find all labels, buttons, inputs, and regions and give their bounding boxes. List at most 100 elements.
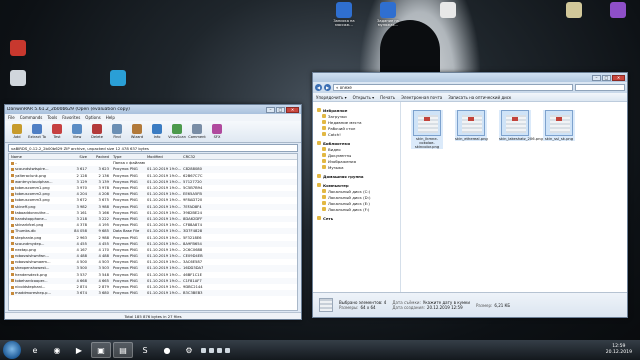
desktop-icon[interactable]: [100, 70, 136, 87]
column-header[interactable]: Size: [67, 155, 89, 159]
toolbar-delete-button[interactable]: Delete: [88, 123, 106, 140]
winrar-file-list[interactable]: Name Size Packed Type Modified CRC32 .. Папка …: [8, 153, 298, 311]
command-button[interactable]: Печать: [380, 95, 395, 100]
close-button[interactable]: ✕: [612, 74, 625, 81]
column-header[interactable]: Modified: [145, 155, 181, 159]
folder-icon: [322, 132, 326, 136]
desktop-icon[interactable]: [0, 70, 36, 87]
command-button[interactable]: Записать на оптический диск: [448, 95, 511, 100]
winrar-path[interactable]: vaBIRDS_0.12.2_2b00b629 ZIP archive, unp…: [8, 144, 298, 152]
file-packed: 4 455: [98, 241, 109, 246]
video-icon[interactable]: ●: [157, 342, 177, 358]
file-view[interactable]: skin_lkmne-cokoloe-skincolor.png skin_eth…: [403, 104, 627, 294]
media-icon[interactable]: ▶: [69, 342, 89, 358]
file-thumbnail[interactable]: skin_ethereal.png: [455, 110, 488, 141]
winrar-window[interactable]: DanwinRAR 5.61.2_2b00b629 (Open (evaluat…: [4, 104, 302, 320]
toolbar-sfx-button[interactable]: SFX: [208, 123, 226, 140]
nav-item-label: Документы: [328, 152, 352, 158]
menu-help[interactable]: Help: [106, 115, 115, 120]
skype-icon[interactable]: S: [135, 342, 155, 358]
file-thumbnail[interactable]: skin_lkmne-cokoloe-skincolor.png: [411, 110, 443, 149]
toolbar-test-button[interactable]: Test: [48, 123, 66, 140]
file-modified: 01.10.2019 19:0...: [147, 272, 182, 277]
minimize-button[interactable]: –: [592, 74, 601, 81]
ie-icon[interactable]: e: [25, 342, 45, 358]
column-header[interactable]: CRC32: [181, 155, 205, 159]
file-size: 2 874: [76, 285, 87, 290]
tray-icon[interactable]: [209, 347, 214, 353]
desktop-icon[interactable]: [556, 2, 592, 19]
winrar-icon[interactable]: ▤: [113, 342, 133, 358]
nav-item[interactable]: Музыка: [313, 164, 400, 170]
close-button[interactable]: ✕: [286, 106, 299, 113]
file-thumbnail[interactable]: skin_ssl_sk.png: [543, 110, 575, 141]
explorer-window[interactable]: – □ ✕ ◀ ▶ « onexe Упорядочить ▾ Открыть ▾…: [312, 72, 628, 318]
minimize-button[interactable]: –: [266, 106, 275, 113]
toolbar-virusscan-button[interactable]: VirusScan: [168, 123, 186, 140]
nav-item[interactable]: Локальный диск (F:): [313, 206, 400, 212]
details-pane: Выбрано элементов: 4 Размеры: 64 x 64 Дат…: [313, 292, 627, 317]
menu-tools[interactable]: Tools: [47, 115, 57, 120]
folder-icon: [322, 195, 326, 199]
file-packed: 2 879: [98, 285, 109, 290]
start-button[interactable]: [3, 341, 21, 359]
toolbar-add-button[interactable]: Add: [8, 123, 26, 140]
back-button[interactable]: ◀: [315, 84, 322, 91]
file-packed: 3 623: [98, 167, 109, 172]
file-name-text: tobeuscomm2.png: [15, 192, 50, 197]
chrome-icon[interactable]: ◉: [47, 342, 67, 358]
nav-item[interactable]: Домашняя группа: [313, 173, 400, 179]
file-packed: 4 208: [98, 192, 109, 197]
toolbar-wizard-button[interactable]: Wizard: [128, 123, 146, 140]
file-name-text: sheopenshowest...: [15, 266, 50, 271]
file-name: sheopenshowest...: [9, 266, 67, 270]
toolbar-extract-button[interactable]: Extract To: [28, 123, 46, 140]
folder-icon[interactable]: ▣: [91, 342, 111, 358]
file-type: Рисунок PNG: [113, 235, 138, 240]
menu-file[interactable]: File: [8, 115, 15, 120]
menu-commands[interactable]: Commands: [20, 115, 43, 120]
explorer-titlebar[interactable]: – □ ✕: [313, 73, 627, 82]
address-bar[interactable]: « onexe: [333, 84, 573, 91]
winrar-titlebar[interactable]: DanwinRAR 5.61.2_2b00b629 (Open (evaluat…: [5, 105, 301, 114]
maximize-button[interactable]: □: [276, 106, 285, 113]
file-packed: 3 988: [98, 204, 109, 209]
table-row[interactable]: maddmoreshep.p... 3 674 3 680 Рисунок PNG 01…: [9, 290, 297, 297]
winrar-toolbar: Add Extract To Test View Delete Find Wizard Inf…: [5, 121, 301, 143]
menu-options[interactable]: Options: [85, 115, 100, 120]
forward-button[interactable]: ▶: [324, 84, 331, 91]
maximize-button[interactable]: □: [602, 74, 611, 81]
nav-item[interactable]: Сеть: [313, 215, 400, 221]
command-button[interactable]: Открыть ▾: [353, 95, 375, 100]
nav-item[interactable]: Catch!: [313, 131, 400, 137]
command-button[interactable]: Упорядочить ▾: [316, 95, 347, 100]
column-header[interactable]: Type: [111, 155, 145, 159]
column-header[interactable]: Name: [9, 155, 67, 159]
extract-icon: [32, 124, 42, 134]
settings-icon[interactable]: ⚙: [179, 342, 199, 358]
network-icon[interactable]: [225, 347, 230, 353]
desktop-icon[interactable]: Задание на муляжах...: [370, 2, 406, 27]
file-thumbnail[interactable]: skin_lakeshatz_206.png: [499, 110, 543, 141]
toolbar-info-button[interactable]: Info: [148, 123, 166, 140]
column-header[interactable]: Packed: [89, 155, 111, 159]
volume-icon[interactable]: [217, 347, 222, 353]
file-packed: 2 988: [98, 235, 109, 240]
file-name-text: scoundmydep...: [15, 241, 45, 246]
toolbar-label: Comment: [188, 135, 206, 139]
toolbar-find-button[interactable]: Find: [108, 123, 126, 140]
desktop-icon[interactable]: [600, 2, 636, 19]
file-name-text: tobehardcooper...: [15, 278, 48, 283]
toolbar-view-button[interactable]: View: [68, 123, 86, 140]
tray-icon[interactable]: [201, 347, 206, 353]
clock[interactable]: 12:59 20.12.2019: [606, 344, 640, 356]
desktop-icon[interactable]: Записка на массаж...: [326, 2, 362, 27]
image-preview: [413, 110, 441, 136]
search-input[interactable]: [575, 84, 625, 91]
toolbar-comment-button[interactable]: Comment: [188, 123, 206, 140]
nav-item-label: Локальный диск (D:): [328, 194, 371, 200]
desktop-icon[interactable]: [430, 2, 466, 19]
menu-favorites[interactable]: Favorites: [62, 115, 80, 120]
desktop-icon[interactable]: [0, 40, 36, 57]
command-button[interactable]: Электронная почта: [401, 95, 442, 100]
